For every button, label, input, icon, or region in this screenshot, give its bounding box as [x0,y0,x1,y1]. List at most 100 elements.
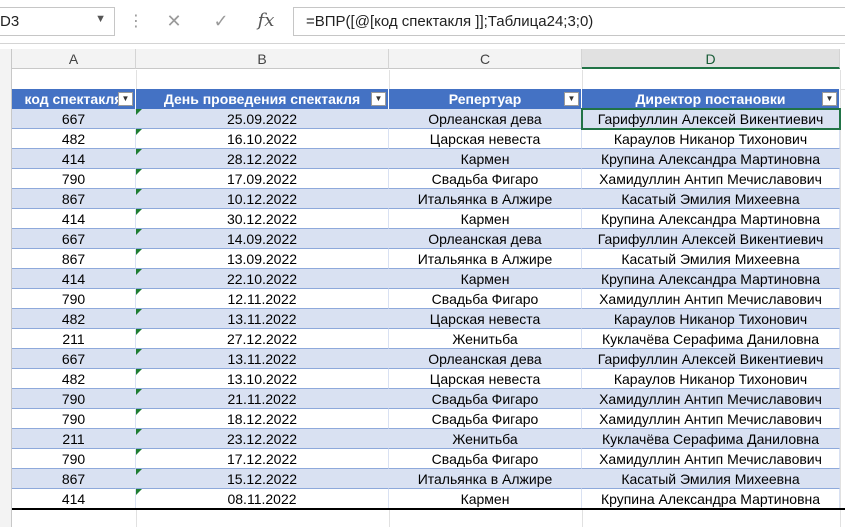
table-cell[interactable]: 211 [12,329,136,349]
table-cell[interactable]: 25.09.2022 [136,109,389,129]
empty-row[interactable] [12,70,845,90]
table-cell[interactable]: 482 [12,309,136,329]
table-cell[interactable]: 30.12.2022 [136,209,389,229]
table-cell[interactable]: 414 [12,209,136,229]
table-cell[interactable]: 27.12.2022 [136,329,389,349]
table-cell[interactable]: Свадьба Фигаро [389,389,582,409]
table-cell[interactable]: Свадьба Фигаро [389,449,582,469]
table-cell[interactable]: Орлеанская дева [389,349,582,369]
table-cell[interactable]: 08.11.2022 [136,489,389,509]
table-cell[interactable]: Итальянка в Алжире [389,189,582,209]
table-header-cell[interactable]: код спектакля ▼ [12,89,136,109]
table-cell[interactable]: 13.11.2022 [136,349,389,369]
table-cell[interactable]: Гарифуллин Алексей Викентиевич [582,109,840,129]
table-cell[interactable]: Куклачёва Серафима Даниловна [582,329,840,349]
table-cell[interactable]: Крупина Александра Мартиновна [582,149,840,169]
table-header-cell[interactable]: День проведения спектакля ▼ [136,89,389,109]
table-cell[interactable]: Гарифуллин Алексей Викентиевич [582,229,840,249]
table-cell[interactable]: 21.11.2022 [136,389,389,409]
table-cell[interactable]: Свадьба Фигаро [389,169,582,189]
table-header-cell[interactable]: Репертуар ▼ [389,89,582,109]
table-cell[interactable]: Хамидуллин Антип Мечиславович [582,169,840,189]
table-cell[interactable]: Касатый Эмилия Михеевна [582,249,840,269]
table-cell[interactable]: 667 [12,229,136,249]
check-icon[interactable]: ✓ [208,9,234,33]
table-cell[interactable]: 23.12.2022 [136,429,389,449]
table-cell[interactable]: 790 [12,449,136,469]
filter-dropdown-icon[interactable]: ▼ [822,92,837,106]
column-header-d[interactable]: D [582,49,840,69]
table-cell[interactable]: Крупина Александра Мартиновна [582,489,840,509]
chevron-down-icon[interactable]: ▼ [95,13,106,25]
table-cell[interactable]: 22.10.2022 [136,269,389,289]
table-cell[interactable]: Царская невеста [389,129,582,149]
table-cell[interactable]: 12.11.2022 [136,289,389,309]
table-cell[interactable]: 13.09.2022 [136,249,389,269]
table-cell[interactable]: Касатый Эмилия Михеевна [582,469,840,489]
insert-function-button[interactable]: fx [253,9,279,33]
table-cell[interactable]: Караулов Никанор Тихонович [582,309,840,329]
table-cell[interactable]: 867 [12,469,136,489]
filter-dropdown-icon[interactable]: ▼ [371,92,386,106]
table-cell[interactable]: 10.12.2022 [136,189,389,209]
table-cell[interactable]: Касатый Эмилия Михеевна [582,189,840,209]
column-header-b[interactable]: B [136,49,389,69]
table-cell[interactable]: 790 [12,409,136,429]
table-header-cell[interactable]: Директор постановки ▼ [582,89,840,109]
table-cell[interactable]: Кармен [389,209,582,229]
table-cell[interactable]: 211 [12,429,136,449]
table-cell[interactable]: Караулов Никанор Тихонович [582,129,840,149]
table-cell[interactable]: Хамидуллин Антип Мечиславович [582,449,840,469]
table-cell[interactable]: 14.09.2022 [136,229,389,249]
table-cell[interactable]: Орлеанская дева [389,109,582,129]
table-cell[interactable]: Крупина Александра Мартиновна [582,209,840,229]
table-cell[interactable]: Гарифуллин Алексей Викентиевич [582,349,840,369]
table-cell[interactable]: 16.10.2022 [136,129,389,149]
table-cell[interactable]: Орлеанская дева [389,229,582,249]
table-cell[interactable]: Женитьба [389,429,582,449]
table-cell[interactable]: Караулов Никанор Тихонович [582,369,840,389]
table-cell[interactable]: 867 [12,249,136,269]
table-cell[interactable]: Кармен [389,489,582,509]
table-cell[interactable]: 15.12.2022 [136,469,389,489]
table-cell[interactable]: 867 [12,189,136,209]
table-cell[interactable]: 482 [12,369,136,389]
name-box[interactable]: D3 ▼ [0,7,115,36]
table-cell[interactable]: 414 [12,489,136,509]
table-cell[interactable]: Куклачёва Серафима Даниловна [582,429,840,449]
table-cell[interactable]: Кармен [389,269,582,289]
splitter-handle[interactable]: ⋮ [128,9,144,35]
table-cell[interactable]: Итальянка в Алжире [389,469,582,489]
table-cell[interactable]: 667 [12,349,136,369]
table-cell[interactable]: Хамидуллин Антип Мечиславович [582,389,840,409]
table-cell[interactable]: 414 [12,149,136,169]
table-cell[interactable]: Крупина Александра Мартиновна [582,269,840,289]
table-cell[interactable]: Царская невеста [389,309,582,329]
table-cell[interactable]: Кармен [389,149,582,169]
row-header-strip[interactable] [0,49,12,527]
table-cell[interactable]: 13.10.2022 [136,369,389,389]
table-cell[interactable]: 482 [12,129,136,149]
table-cell[interactable]: 667 [12,109,136,129]
table-cell[interactable]: 17.09.2022 [136,169,389,189]
filter-dropdown-icon[interactable]: ▼ [118,92,133,106]
table-cell[interactable]: Итальянка в Алжире [389,249,582,269]
table-cell[interactable]: Хамидуллин Антип Мечиславович [582,409,840,429]
table-cell[interactable]: Хамидуллин Антип Мечиславович [582,289,840,309]
table-cell[interactable]: 17.12.2022 [136,449,389,469]
table-cell[interactable]: 28.12.2022 [136,149,389,169]
table-cell[interactable]: 790 [12,169,136,189]
table-cell[interactable]: Женитьба [389,329,582,349]
filter-dropdown-icon[interactable]: ▼ [564,92,579,106]
formula-input[interactable]: =ВПР([@[код спектакля ]];Таблица24;3;0) [293,7,845,36]
table-cell[interactable]: Свадьба Фигаро [389,289,582,309]
worksheet-grid[interactable]: код спектакля ▼ День проведения спектакл… [12,70,845,527]
table-cell[interactable]: 13.11.2022 [136,309,389,329]
cancel-icon[interactable]: ✕ [161,9,187,33]
column-header-a[interactable]: A [12,49,136,69]
table-cell[interactable]: Царская невеста [389,369,582,389]
table-cell[interactable]: Свадьба Фигаро [389,409,582,429]
table-cell[interactable]: 414 [12,269,136,289]
table-cell[interactable]: 790 [12,389,136,409]
column-header-c[interactable]: C [389,49,582,69]
